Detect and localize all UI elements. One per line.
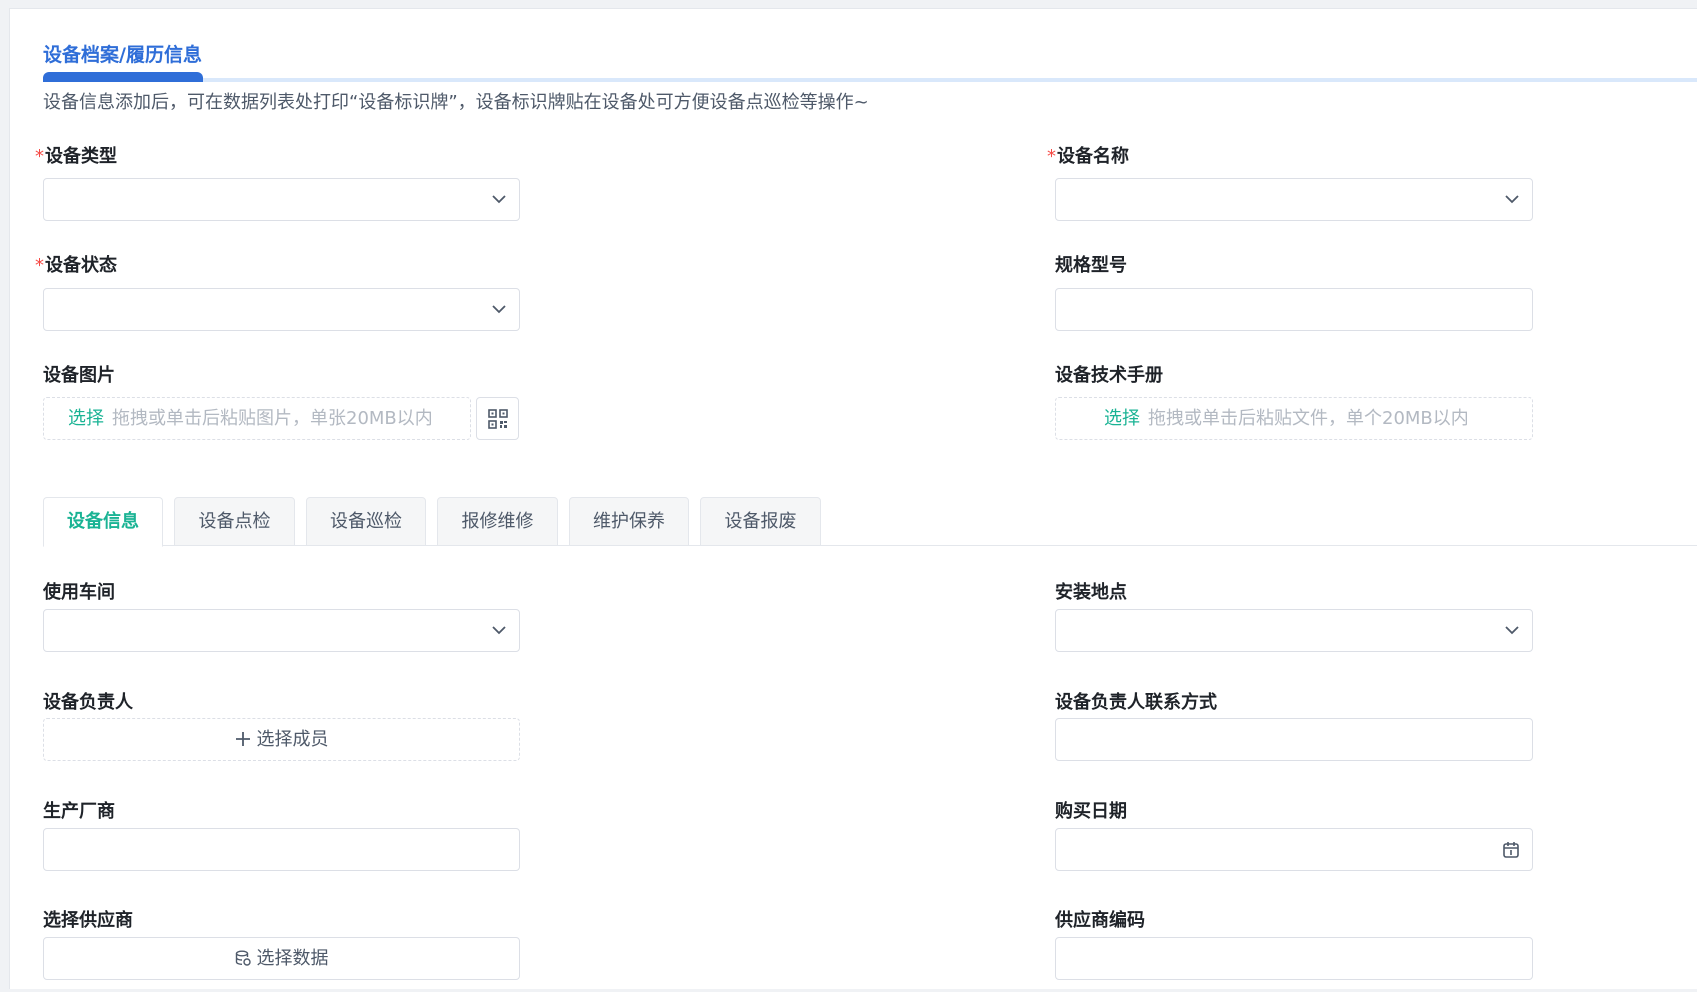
section-title: 设备档案/履历信息 bbox=[43, 44, 202, 66]
select-member-button[interactable]: 选择成员 bbox=[43, 718, 520, 761]
tab-scrap[interactable]: 设备报废 bbox=[700, 497, 821, 546]
owner-label: 设备负责人 bbox=[43, 692, 133, 713]
required-mark: * bbox=[35, 255, 44, 276]
device-manual-upload[interactable]: 选择 拖拽或单击后粘贴文件，单个20MB以内 bbox=[1055, 397, 1533, 440]
image-pick-link[interactable]: 选择 bbox=[68, 408, 104, 429]
spec-model-input[interactable] bbox=[1055, 288, 1533, 331]
qrcode-button[interactable] bbox=[476, 397, 519, 440]
owner-contact-label: 设备负责人联系方式 bbox=[1055, 692, 1217, 713]
select-data-button[interactable]: 选择数据 bbox=[43, 937, 520, 980]
device-name-select[interactable] bbox=[1055, 178, 1533, 221]
section-underline bbox=[43, 78, 1697, 82]
section-active-indicator bbox=[43, 72, 203, 82]
supplier-label: 选择供应商 bbox=[43, 910, 133, 931]
database-icon bbox=[235, 950, 251, 966]
tab-device-info[interactable]: 设备信息 bbox=[43, 497, 163, 547]
image-upload-placeholder: 拖拽或单击后粘贴图片，单张20MB以内 bbox=[112, 408, 433, 429]
spec-model-label: 规格型号 bbox=[1055, 255, 1127, 276]
chevron-down-icon bbox=[1505, 195, 1519, 204]
device-image-upload[interactable]: 选择 拖拽或单击后粘贴图片，单张20MB以内 bbox=[43, 397, 471, 440]
manual-pick-link[interactable]: 选择 bbox=[1104, 408, 1140, 429]
device-status-label: *设备状态 bbox=[35, 255, 117, 276]
purchase-date-label: 购买日期 bbox=[1055, 801, 1127, 822]
device-name-label: *设备名称 bbox=[1047, 146, 1129, 167]
chevron-down-icon bbox=[492, 626, 506, 635]
purchase-date-picker[interactable] bbox=[1055, 828, 1533, 871]
owner-contact-input[interactable] bbox=[1055, 718, 1533, 761]
supplier-code-label: 供应商编码 bbox=[1055, 910, 1145, 931]
chevron-down-icon bbox=[492, 305, 506, 314]
form-hint: 设备信息添加后，可在数据列表处打印“设备标识牌”，设备标识牌贴在设备处可方便设备… bbox=[43, 92, 869, 113]
location-label: 安装地点 bbox=[1055, 582, 1127, 603]
device-type-select[interactable] bbox=[43, 178, 520, 221]
chevron-down-icon bbox=[1505, 626, 1519, 635]
device-image-label: 设备图片 bbox=[43, 365, 115, 386]
workshop-select[interactable] bbox=[43, 609, 520, 652]
required-mark: * bbox=[35, 146, 44, 167]
manufacturer-input[interactable] bbox=[43, 828, 520, 871]
tab-patrol-inspection[interactable]: 设备巡检 bbox=[306, 497, 426, 546]
tab-maintenance[interactable]: 维护保养 bbox=[569, 497, 689, 546]
manual-upload-placeholder: 拖拽或单击后粘贴文件，单个20MB以内 bbox=[1148, 408, 1469, 429]
manufacturer-label: 生产厂商 bbox=[43, 801, 115, 822]
workshop-label: 使用车间 bbox=[43, 582, 115, 603]
chevron-down-icon bbox=[492, 195, 506, 204]
tab-spot-check[interactable]: 设备点检 bbox=[174, 497, 295, 546]
required-mark: * bbox=[1047, 146, 1056, 167]
calendar-icon bbox=[1503, 842, 1519, 858]
qrcode-icon bbox=[488, 409, 508, 429]
supplier-code-input[interactable] bbox=[1055, 937, 1533, 980]
location-select[interactable] bbox=[1055, 609, 1533, 652]
device-manual-label: 设备技术手册 bbox=[1055, 365, 1163, 386]
plus-icon bbox=[235, 732, 250, 746]
device-type-label: *设备类型 bbox=[35, 146, 117, 167]
device-status-select[interactable] bbox=[43, 288, 520, 331]
tab-repair[interactable]: 报修维修 bbox=[437, 497, 558, 546]
